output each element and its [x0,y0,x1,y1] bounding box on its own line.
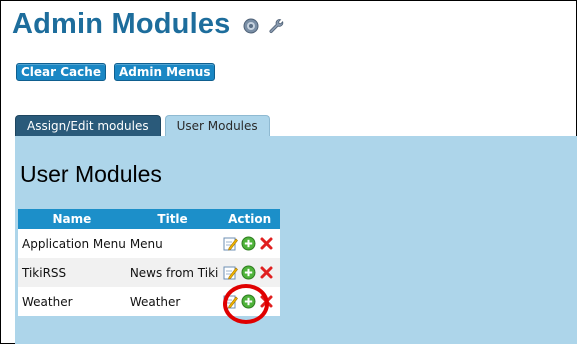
help-icon[interactable] [243,18,259,34]
module-name: TikiRSS [18,258,126,287]
add-icon[interactable] [241,236,256,251]
module-title: Weather [125,287,220,316]
tab-user-modules[interactable]: User Modules [164,115,270,136]
column-header-title: Title [125,209,220,229]
table-row: Application Menu Menu [18,229,280,258]
module-title: News from Tiki [125,258,220,287]
module-name: Weather [18,287,126,316]
module-actions [219,229,280,258]
clear-cache-button[interactable]: Clear Cache [16,63,106,81]
module-name: Application Menu [18,229,126,258]
tab-assign-edit-modules[interactable]: Assign/Edit modules [15,115,161,136]
admin-menus-button[interactable]: Admin Menus [113,63,216,81]
module-title: Menu [125,229,220,258]
section-title: User Modules [20,161,162,187]
delete-icon[interactable] [259,265,274,280]
wrench-icon[interactable] [267,17,285,35]
module-actions [219,258,280,287]
delete-icon[interactable] [259,294,274,309]
page-title: Admin Modules [12,7,231,40]
title-row: Admin Modules [12,6,285,42]
tab-panel: User Modules Name Title Action Applicati… [15,136,577,344]
column-header-name: Name [18,209,126,229]
tab-bar: Assign/Edit modules User Modules [15,115,270,136]
edit-icon[interactable] [223,265,239,280]
app-frame: Admin Modules Clear Cache Admin Menus As… [0,0,577,344]
toolbar: Clear Cache Admin Menus [16,63,216,81]
edit-icon[interactable] [223,236,239,251]
user-modules-table: Name Title Action Application Menu Menu [18,209,280,316]
table-row: TikiRSS News from Tiki [18,258,280,287]
module-actions [219,287,280,316]
add-icon[interactable] [241,265,256,280]
add-icon[interactable] [241,294,256,309]
edit-icon[interactable] [223,294,239,309]
column-header-action: Action [219,209,280,229]
table-header-row: Name Title Action [18,209,280,229]
delete-icon[interactable] [259,236,274,251]
table-row: Weather Weather [18,287,280,316]
